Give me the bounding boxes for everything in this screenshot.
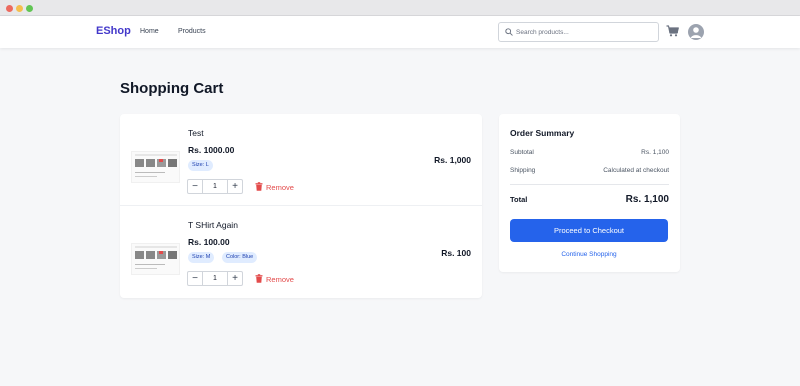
- top-navbar: EShop Home Products: [0, 16, 800, 48]
- shipping-label: Shipping: [510, 167, 536, 174]
- product-thumbnail[interactable]: [131, 151, 180, 183]
- size-badge: Size: M: [188, 252, 215, 263]
- increase-quantity-button[interactable]: +: [227, 272, 242, 285]
- line-total: Rs. 100: [441, 248, 471, 258]
- window-maximize-dot[interactable]: [26, 5, 33, 12]
- shipping-value: Calculated at checkout: [603, 167, 669, 174]
- nav-link-products[interactable]: Products: [178, 28, 206, 35]
- cart-items-card: Test Rs. 1000.00 Size: L − 1 + Remove Rs…: [120, 114, 482, 298]
- brand-logo[interactable]: EShop: [96, 25, 131, 37]
- summary-divider: [510, 184, 669, 185]
- total-value: Rs. 1,100: [625, 194, 669, 205]
- item-price: Rs. 100.00: [188, 237, 230, 247]
- subtotal-value: Rs. 1,100: [641, 149, 669, 156]
- item-name[interactable]: Test: [188, 128, 204, 138]
- cart-item: Test Rs. 1000.00 Size: L − 1 + Remove Rs…: [120, 114, 482, 206]
- quantity-stepper: − 1 +: [187, 271, 243, 286]
- product-thumbnail[interactable]: [131, 243, 180, 275]
- nav-link-home[interactable]: Home: [140, 28, 159, 35]
- browser-chrome: [0, 0, 800, 16]
- remove-label: Remove: [266, 183, 294, 192]
- order-summary-title: Order Summary: [510, 128, 575, 138]
- cart-icon[interactable]: [666, 25, 679, 37]
- color-badge: Color: Blue: [222, 252, 258, 263]
- total-label: Total: [510, 195, 528, 204]
- search-box[interactable]: [498, 22, 659, 42]
- trash-icon: [255, 182, 263, 191]
- window-minimize-dot[interactable]: [16, 5, 23, 12]
- search-icon: [505, 28, 513, 36]
- proceed-to-checkout-button[interactable]: Proceed to Checkout: [510, 219, 668, 242]
- user-avatar-icon[interactable]: [688, 24, 704, 40]
- item-name[interactable]: T SHirt Again: [188, 220, 238, 230]
- increase-quantity-button[interactable]: +: [227, 180, 242, 193]
- window-close-dot[interactable]: [6, 5, 13, 12]
- item-price: Rs. 1000.00: [188, 145, 235, 155]
- remove-label: Remove: [266, 275, 294, 284]
- page-title: Shopping Cart: [120, 80, 224, 97]
- quantity-stepper: − 1 +: [187, 179, 243, 194]
- order-summary-card: Order Summary Subtotal Rs. 1,100 Shippin…: [499, 114, 680, 272]
- decrease-quantity-button[interactable]: −: [188, 180, 203, 193]
- quantity-value: 1: [213, 183, 217, 190]
- search-input[interactable]: [516, 25, 654, 39]
- continue-shopping-link[interactable]: Continue Shopping: [510, 251, 668, 258]
- cart-item: T SHirt Again Rs. 100.00 Size: M Color: …: [120, 206, 482, 298]
- quantity-value: 1: [213, 275, 217, 282]
- size-badge: Size: L: [188, 160, 213, 171]
- trash-icon: [255, 274, 263, 283]
- decrease-quantity-button[interactable]: −: [188, 272, 203, 285]
- subtotal-label: Subtotal: [510, 149, 534, 156]
- line-total: Rs. 1,000: [434, 155, 471, 165]
